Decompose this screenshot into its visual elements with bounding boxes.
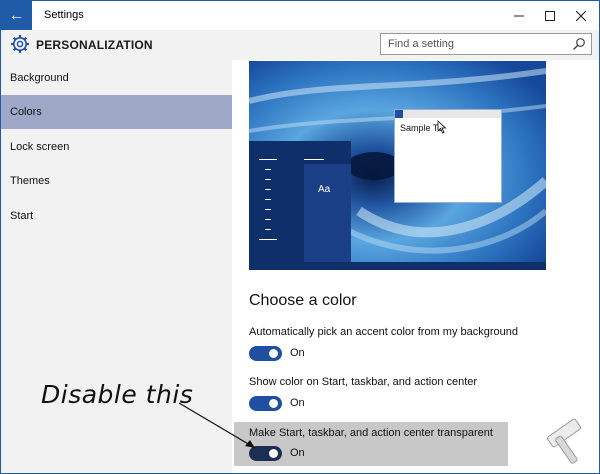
toggle-show-color[interactable] [249,396,282,411]
sidebar-item-start[interactable]: Start [1,199,232,233]
sidebar-item-lock-screen[interactable]: Lock screen [1,130,232,164]
sample-window: Sample Te [394,109,502,203]
annotation-text: Disable this [41,380,194,409]
close-button[interactable] [565,1,597,30]
gear-icon [11,35,29,53]
tile-label: Aa [318,184,331,195]
setting-label-show-color: Show color on Start, taskbar, and action… [249,376,478,388]
search-icon[interactable] [572,37,586,51]
back-arrow-icon: ← [8,6,25,24]
sidebar-item-colors[interactable]: Colors [1,95,232,129]
mouse-pointer-icon [437,120,447,134]
page-title: PERSONALIZATION [36,38,153,52]
toggle-state-auto-accent: On [290,347,305,359]
toggle-knob [269,349,278,358]
section-title: Choose a color [249,292,357,309]
maximize-button[interactable] [534,1,566,30]
tile-line [304,159,324,160]
search-box[interactable] [380,33,592,55]
sample-text: Sample Te [400,123,443,133]
taskbar-preview [249,262,546,270]
sample-window-accent [395,110,403,118]
minimize-button[interactable] [503,1,535,30]
back-button[interactable]: ← [1,1,32,30]
toggle-state-transparency: On [290,447,305,459]
start-menu-lines [259,159,277,249]
setting-label-transparency: Make Start, taskbar, and action center t… [249,427,493,439]
settings-window: ← Settings PERSONALIZATION Find a settin… [0,0,600,474]
toggle-auto-accent[interactable] [249,346,282,361]
search-input[interactable] [381,34,566,54]
page-header: PERSONALIZATION [1,30,599,60]
window-title: Settings [44,9,84,21]
sidebar: Background Colors Lock screen Themes Sta… [1,60,232,473]
sample-window-titlebar [395,110,501,118]
minimize-icon [514,15,524,16]
title-bar: ← Settings [1,1,599,30]
main-content: Aa Sample Te Choose a color Automaticall… [232,60,599,473]
sidebar-item-themes[interactable]: Themes [1,164,232,198]
live-tile-preview: Aa [304,164,351,262]
hammer-logo-icon [546,418,582,464]
sidebar-item-background[interactable]: Background [1,61,232,95]
toggle-knob [269,449,278,458]
maximize-icon [545,10,555,21]
setting-label-auto-accent: Automatically pick an accent color from … [249,326,519,338]
theme-preview: Aa Sample Te [249,61,546,270]
close-icon [576,10,586,21]
toggle-transparency[interactable] [249,446,282,461]
toggle-state-show-color: On [290,397,305,409]
toggle-knob [269,399,278,408]
